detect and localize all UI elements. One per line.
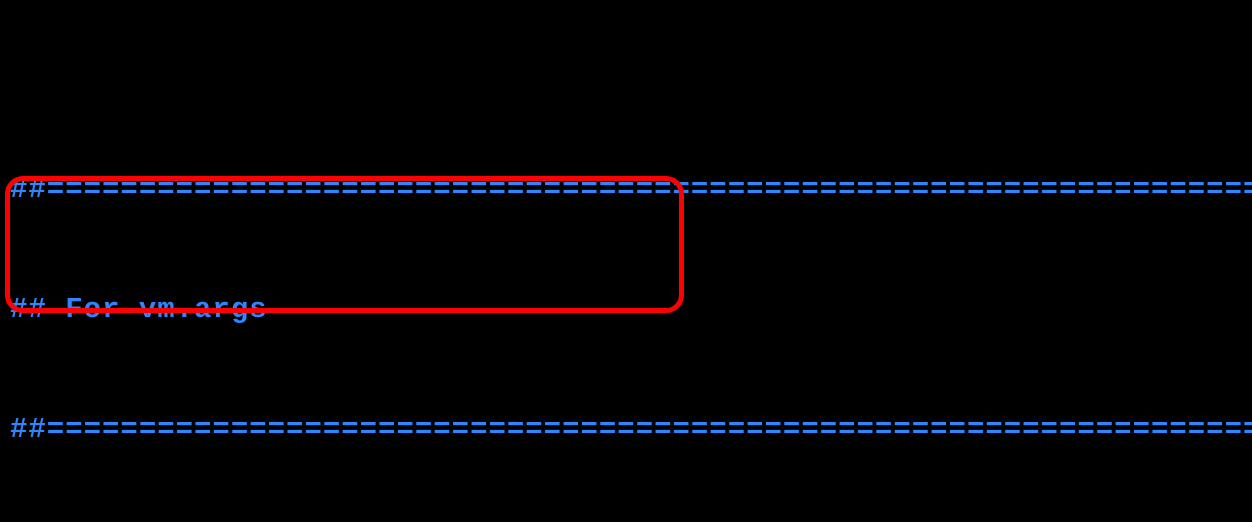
terminal-view[interactable]: ##======================================… [0, 0, 1252, 522]
config-line-section-header: ## For vm.args [10, 290, 1242, 330]
config-line-divider: ##======================================… [10, 170, 1242, 210]
config-line-divider: ##======================================… [10, 410, 1242, 450]
